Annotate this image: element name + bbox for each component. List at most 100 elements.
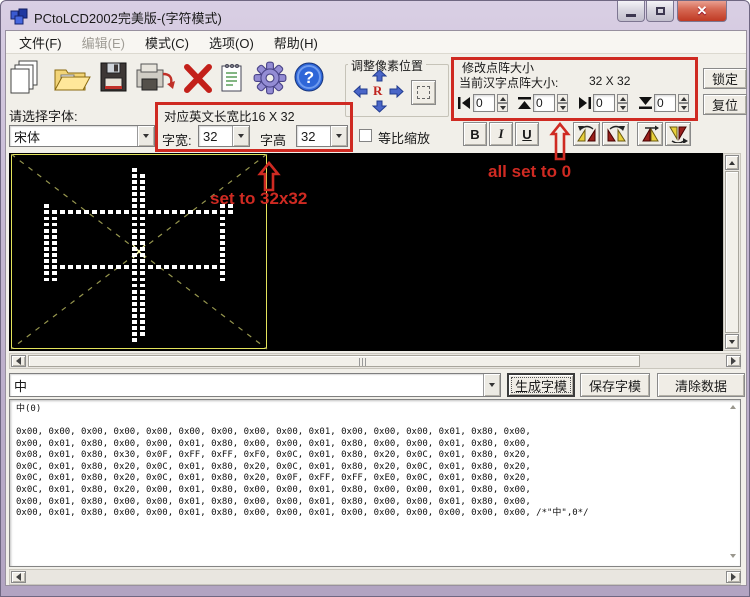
save-icon[interactable] xyxy=(99,61,129,96)
flip-vertical-icon xyxy=(642,125,659,142)
current-matrix-label: 当前汉字点阵大小: xyxy=(459,76,559,90)
hex-line: 0x08, 0x01, 0x80, 0x30, 0x0F, 0xFF, 0xFF… xyxy=(16,450,531,461)
pad-right-input[interactable]: 0 xyxy=(593,94,615,112)
char-height-select[interactable]: 32 xyxy=(296,125,348,147)
help-icon[interactable]: ? xyxy=(293,61,327,98)
svg-text:?: ? xyxy=(304,68,314,87)
hex-line: 0x0C, 0x01, 0x80, 0x20, 0x00, 0x01, 0x80… xyxy=(16,485,531,495)
generate-button[interactable]: 生成字模 xyxy=(507,373,575,397)
menu-options[interactable]: 选项(O) xyxy=(200,31,263,54)
font-select-arrow xyxy=(137,126,154,146)
window-title: PCtoLCD2002完美版-(字符模式) xyxy=(34,11,222,26)
pad-left-input[interactable]: 0 xyxy=(473,94,495,112)
flip-vertical-button[interactable] xyxy=(637,122,663,146)
canvas-vscrollbar[interactable] xyxy=(723,153,741,351)
pad-right-icon xyxy=(577,96,592,113)
underline-button[interactable]: U xyxy=(515,122,539,146)
vscroll-thumb[interactable] xyxy=(725,171,739,333)
canvas-hscrollbar[interactable] xyxy=(9,353,741,369)
bottom-hscrollbar[interactable] xyxy=(9,569,741,585)
delete-icon[interactable] xyxy=(181,63,215,98)
menu-file[interactable]: 文件(F) xyxy=(10,31,71,54)
hscroll-thumb[interactable] xyxy=(28,355,640,367)
char-width-select[interactable]: 32 xyxy=(198,125,250,147)
chevron-down-icon xyxy=(489,383,495,387)
font-select[interactable]: 宋体 xyxy=(9,125,155,147)
char-input-arrow xyxy=(483,374,500,396)
proportional-scale-label: 等比缩放 xyxy=(378,131,431,146)
maximize-icon xyxy=(655,7,665,15)
char-input-combo[interactable]: 中 xyxy=(9,373,501,397)
maximize-button[interactable] xyxy=(646,1,674,22)
rotate-right-button[interactable] xyxy=(602,122,629,146)
pad-bottom-input[interactable]: 0 xyxy=(654,94,676,112)
move-down-icon[interactable] xyxy=(371,100,388,116)
char-height-label: 字高 xyxy=(260,133,287,148)
lock-button[interactable]: 锁定 xyxy=(703,68,747,89)
char-width-label: 字宽: xyxy=(162,133,192,148)
close-button[interactable]: ✕ xyxy=(677,1,727,22)
menu-mode[interactable]: 模式(C) xyxy=(136,31,198,54)
toolbar: ? xyxy=(9,58,339,100)
notes-icon[interactable] xyxy=(219,62,245,97)
hex-line: 0x00, 0x01, 0x80, 0x00, 0x00, 0x01, 0x80… xyxy=(16,438,531,449)
flip-horizontal-button[interactable] xyxy=(665,122,691,146)
move-right-icon[interactable] xyxy=(389,84,404,101)
menu-help[interactable]: 帮助(H) xyxy=(265,31,327,54)
reset-button[interactable]: 复位 xyxy=(703,94,747,115)
minimize-icon xyxy=(626,13,636,17)
adjust-pixel-label: 调整像素位置 xyxy=(348,57,427,74)
rotate-left-icon xyxy=(576,125,595,142)
proportional-scale-checkbox[interactable] xyxy=(359,129,372,142)
pad-right-stepper[interactable] xyxy=(617,94,628,112)
hex-line: 0x00, 0x01, 0x80, 0x00, 0x00, 0x01, 0x80… xyxy=(16,496,531,507)
scroll-left-icon xyxy=(16,573,21,581)
hex-line: 0x00, 0x00, 0x00, 0x00, 0x00, 0x00, 0x00… xyxy=(16,427,531,437)
rotate-left-button[interactable] xyxy=(573,122,600,146)
scroll-down-icon xyxy=(729,339,735,344)
close-icon: ✕ xyxy=(696,3,708,18)
menu-bar: 文件(F) 编辑(E) 模式(C) 选项(O) 帮助(H) xyxy=(6,31,746,54)
reset-position-button[interactable]: R xyxy=(373,83,382,99)
hex-output-area[interactable]: 中(0) 0x00, 0x00, 0x00, 0x00, 0x00, 0x00,… xyxy=(9,399,741,567)
title-bar[interactable]: PCtoLCD2002完美版-(字符模式) ✕ xyxy=(1,1,749,30)
hex-line: 0x0C, 0x01, 0x80, 0x20, 0x0C, 0x01, 0x80… xyxy=(16,461,531,472)
center-glyph-button[interactable] xyxy=(411,80,436,105)
char-input-value: 中 xyxy=(14,378,28,394)
chevron-down-icon xyxy=(336,134,342,138)
flip-horizontal-icon xyxy=(669,126,688,143)
textarea-scroll-up-icon[interactable] xyxy=(730,405,736,409)
bold-button[interactable]: B xyxy=(463,122,487,146)
current-matrix-value: 32 X 32 xyxy=(589,74,631,88)
hex-line: 0x00, 0x01, 0x80, 0x00, 0x00, 0x01, 0x80… xyxy=(16,508,589,519)
new-document-icon[interactable] xyxy=(9,60,41,99)
settings-gear-icon[interactable] xyxy=(253,61,287,98)
pad-top-input[interactable]: 0 xyxy=(533,94,555,112)
char-height-value: 32 xyxy=(301,128,316,144)
italic-button[interactable]: I xyxy=(489,122,513,146)
textarea-scroll-down-icon[interactable] xyxy=(730,554,736,558)
pad-top-icon xyxy=(517,96,532,113)
ratio-label: 对应英文长宽比16 X 32 xyxy=(164,110,295,124)
move-left-icon[interactable] xyxy=(353,84,368,101)
pad-left-stepper[interactable] xyxy=(497,94,508,112)
menu-edit: 编辑(E) xyxy=(81,35,125,51)
save-font-button[interactable]: 保存字模 xyxy=(580,373,650,397)
center-box-icon xyxy=(417,86,430,99)
annotation-all-zero: all set to 0 xyxy=(488,162,572,181)
export-save-icon[interactable] xyxy=(135,62,177,97)
scroll-right-icon xyxy=(731,357,736,365)
app-icon xyxy=(10,8,28,25)
minimize-button[interactable] xyxy=(617,1,645,22)
pad-top-stepper[interactable] xyxy=(557,94,568,112)
annotation-set-size: set to 32x32 xyxy=(210,189,308,208)
hex-header: 中(0) xyxy=(16,404,42,414)
open-file-icon[interactable] xyxy=(53,63,91,96)
scroll-up-icon xyxy=(729,160,735,165)
scroll-right-icon xyxy=(731,573,736,581)
font-select-value: 宋体 xyxy=(14,129,41,145)
pad-bottom-stepper[interactable] xyxy=(678,94,689,112)
dot-matrix[interactable] xyxy=(11,155,267,350)
app-window: PCtoLCD2002完美版-(字符模式) ✕ 文件(F) 编辑(E) 模式(C… xyxy=(0,0,750,597)
clear-data-button[interactable]: 清除数据 xyxy=(657,373,745,397)
